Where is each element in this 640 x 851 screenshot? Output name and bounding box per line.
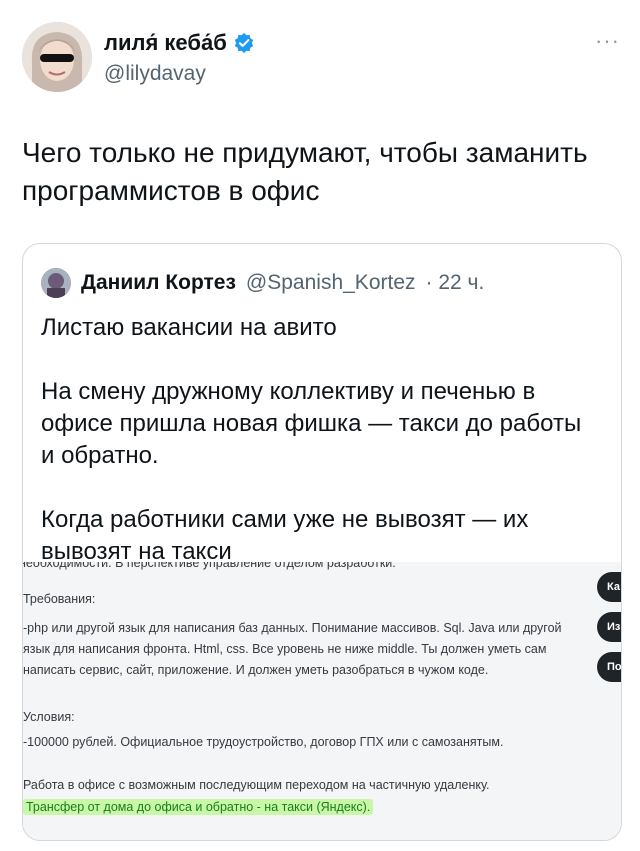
avatar-image [22, 22, 92, 92]
quoted-author-handle[interactable]: @Spanish_Kortez [246, 271, 416, 295]
highlight-mark: Трансфер от дома до офиса и обратно - на… [23, 799, 374, 815]
conditions-title: Условия: [23, 710, 75, 724]
quoted-paragraph: Листаю вакансии на авито [41, 314, 337, 341]
listing-cut-line: необходимости. В перспективе управление … [23, 562, 396, 570]
quoted-avatar-image [41, 268, 71, 298]
author-avatar[interactable] [22, 22, 92, 92]
requirements-text: -php или другой язык для написания баз д… [23, 621, 562, 677]
author-block: лиля́ кеба́б @lilydavay [104, 30, 255, 86]
quoted-paragraph: Когда работники сами уже не вывозят — их… [41, 506, 529, 565]
author-handle[interactable]: @lilydavay [104, 62, 255, 86]
author-name-row[interactable]: лиля́ кеба́б [104, 30, 255, 56]
highlighted-transfer-text: Трансфер от дома до офиса и обратно - на… [23, 799, 374, 815]
quoted-tweet[interactable]: Даниил Кортез @Spanish_Kortez · 22 ч. Ли… [22, 243, 622, 841]
author-name[interactable]: лиля́ кеба́б [104, 30, 227, 56]
quoted-author-name[interactable]: Даниил Кортез [81, 271, 236, 295]
verified-badge-icon [234, 32, 253, 54]
quoted-tweet-header: Даниил Кортез @Spanish_Kortez · 22 ч. [41, 268, 484, 298]
quoted-tweet-text: Листаю вакансии на авито На смену дружно… [41, 312, 601, 568]
tweet-text: Чего только не придумают, чтобы заманить… [22, 137, 588, 206]
more-options-icon[interactable]: ··· [595, 28, 620, 54]
conditions-text: -100000 рублей. Официальное трудоустройс… [23, 735, 504, 749]
quoted-author-avatar[interactable] [41, 268, 71, 298]
side-button-3[interactable]: По [597, 652, 621, 682]
side-button-2[interactable]: Из [597, 612, 621, 642]
side-button-1[interactable]: Ка [597, 572, 621, 602]
embedded-job-listing-image[interactable]: необходимости. В перспективе управление … [23, 562, 621, 840]
requirements-title: Требования: [23, 592, 96, 606]
quoted-paragraph: На смену дружному коллективу и печенью в… [41, 378, 582, 469]
office-text: Работа в офисе с возможным последующим п… [23, 778, 490, 792]
quoted-tweet-time: · 22 ч. [425, 271, 485, 294]
